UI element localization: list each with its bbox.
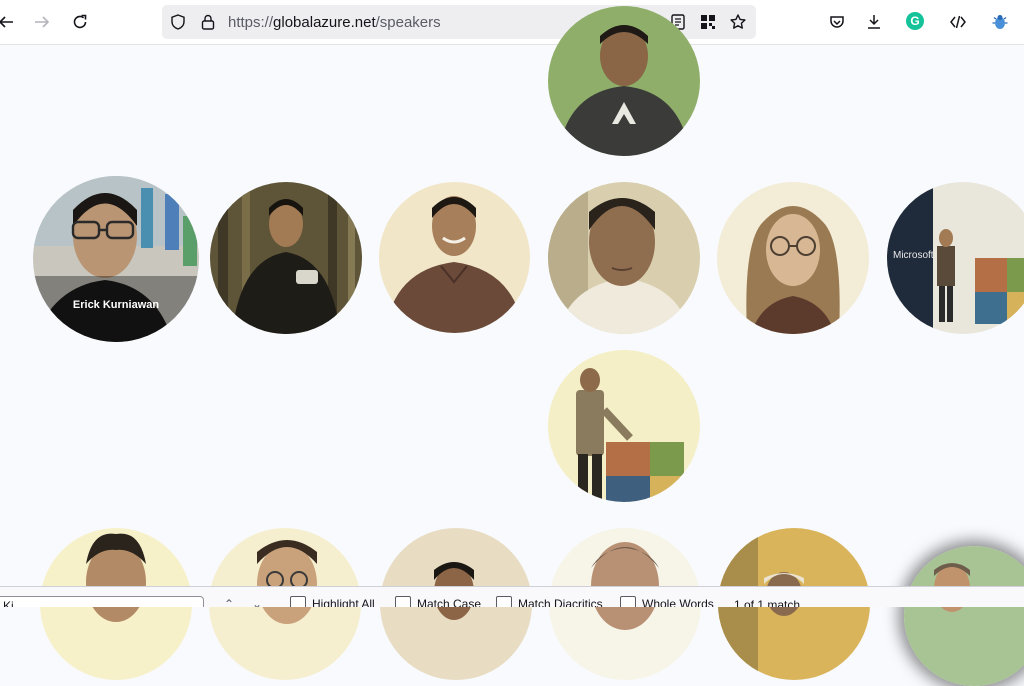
forward-arrow-icon bbox=[35, 16, 50, 28]
extension-bug-icon bbox=[992, 15, 1008, 29]
url-path: /speakers bbox=[375, 14, 441, 31]
extension-button[interactable] bbox=[986, 8, 1014, 36]
speaker-name: Erick Kurniawan bbox=[72, 299, 160, 311]
reload-icon bbox=[73, 14, 87, 29]
speaker-portrait bbox=[717, 182, 869, 334]
speaker-photo[interactable] bbox=[548, 182, 700, 334]
speaker-photo[interactable] bbox=[548, 6, 700, 156]
qr-code-icon[interactable] bbox=[699, 13, 717, 31]
highlight-all-checkbox[interactable]: Highlight All bbox=[290, 596, 375, 607]
checkbox-box[interactable] bbox=[496, 596, 512, 607]
speaker-photo[interactable] bbox=[379, 182, 530, 333]
speaker-portrait bbox=[548, 350, 700, 502]
speaker-photo-hovered[interactable] bbox=[904, 546, 1024, 686]
url-domain: globalazure.net bbox=[273, 14, 376, 31]
dev-tools-button[interactable] bbox=[944, 8, 972, 36]
downloads-button[interactable] bbox=[860, 8, 888, 36]
bookmark-star-icon[interactable] bbox=[729, 13, 747, 31]
speaker-portrait bbox=[210, 182, 362, 334]
back-button[interactable] bbox=[0, 8, 20, 36]
svg-text:Microsoft: Microsoft bbox=[893, 250, 934, 261]
url-prefix: https:// bbox=[228, 14, 274, 31]
find-bar: Ki ⌃ ⌄ Highlight All Match Case Match Di… bbox=[0, 586, 1024, 607]
checkbox-box[interactable] bbox=[620, 596, 636, 607]
forward-button[interactable] bbox=[28, 8, 56, 36]
shield-icon[interactable] bbox=[169, 13, 187, 31]
checkbox-box[interactable] bbox=[395, 596, 411, 607]
grammarly-icon[interactable]: G bbox=[906, 12, 924, 30]
match-diacritics-checkbox[interactable]: Match Diacritics bbox=[496, 596, 603, 607]
browser-toolbar: https://globalazure.net/speakers G bbox=[0, 0, 1024, 45]
speaker-photo[interactable]: Microsoft bbox=[887, 182, 1024, 334]
speaker-portrait bbox=[548, 182, 700, 334]
match-case-checkbox[interactable]: Match Case bbox=[395, 596, 481, 607]
reload-button[interactable] bbox=[66, 8, 94, 36]
speaker-photo[interactable] bbox=[717, 182, 869, 334]
checkbox-box[interactable] bbox=[290, 596, 306, 607]
speaker-photo[interactable] bbox=[210, 182, 362, 334]
speaker-portrait bbox=[33, 176, 199, 342]
speaker-photo-erick-kurniawan[interactable]: Erick Kurniawan bbox=[33, 176, 199, 342]
speaker-portrait bbox=[379, 182, 530, 333]
find-input[interactable]: Ki bbox=[0, 596, 204, 607]
speaker-portrait bbox=[904, 546, 1024, 686]
speaker-portrait: Microsoft bbox=[887, 182, 1024, 334]
speaker-portrait bbox=[548, 6, 700, 156]
pocket-button[interactable] bbox=[823, 8, 851, 36]
pocket-icon bbox=[830, 16, 844, 28]
lock-icon[interactable] bbox=[199, 13, 217, 31]
speaker-photo[interactable] bbox=[548, 350, 700, 502]
url-text[interactable]: https://globalazure.net/speakers bbox=[228, 14, 441, 31]
whole-words-checkbox[interactable]: Whole Words bbox=[620, 596, 714, 607]
download-icon bbox=[868, 15, 880, 29]
back-arrow-icon bbox=[0, 16, 13, 28]
code-brackets-icon bbox=[950, 15, 966, 29]
